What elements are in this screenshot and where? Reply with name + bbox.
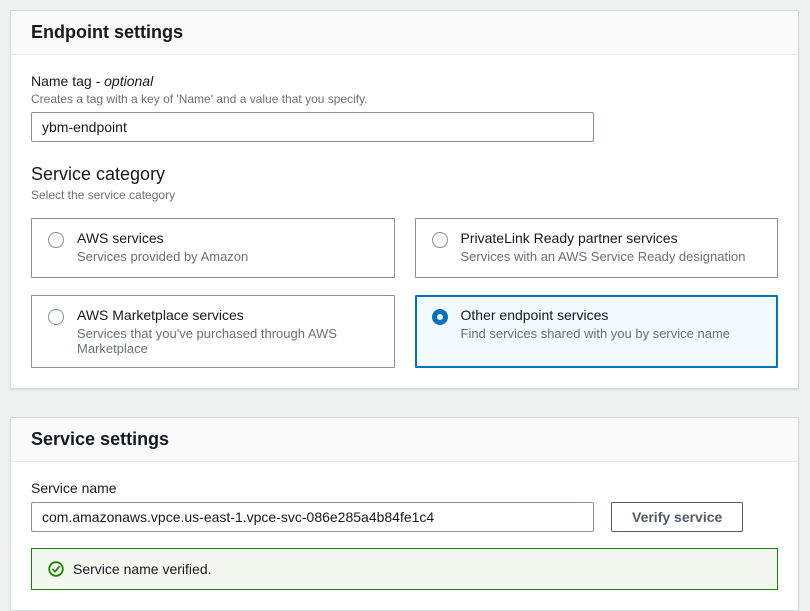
option-description: Services provided by Amazon [77, 249, 248, 264]
radio-button-icon[interactable] [432, 232, 448, 248]
panel-gap [10, 389, 799, 417]
panel-title-endpoint-settings: Endpoint settings [31, 22, 778, 43]
option-description: Find services shared with you by service… [461, 326, 731, 341]
radio-button-icon[interactable] [48, 309, 64, 325]
service-settings-header: Service settings [11, 418, 798, 462]
service-name-input[interactable] [31, 502, 594, 532]
endpoint-settings-panel: Endpoint settings Name tag - optional Cr… [10, 10, 799, 389]
radio-button-selected-icon[interactable] [432, 309, 448, 325]
service-name-row: Verify service [31, 502, 778, 532]
name-tag-optional-text: - optional [96, 73, 154, 89]
name-tag-description: Creates a tag with a key of 'Name' and a… [31, 92, 778, 106]
service-settings-body: Service name Verify service Service name… [11, 462, 798, 610]
endpoint-settings-header: Endpoint settings [11, 11, 798, 55]
service-category-title: Service category [31, 164, 778, 185]
radio-button-icon[interactable] [48, 232, 64, 248]
service-settings-panel: Service settings Service name Verify ser… [10, 417, 799, 611]
name-tag-input[interactable] [31, 112, 594, 142]
option-description: Services that you've purchased through A… [77, 326, 378, 356]
name-tag-field: Name tag - optional Creates a tag with a… [31, 73, 778, 142]
option-text: AWS services Services provided by Amazon [77, 230, 248, 264]
name-tag-label-text: Name tag [31, 73, 92, 89]
option-text: PrivateLink Ready partner services Servi… [461, 230, 746, 264]
option-text: AWS Marketplace services Services that y… [77, 307, 378, 356]
service-category-option-privatelink-ready[interactable]: PrivateLink Ready partner services Servi… [415, 218, 779, 278]
service-name-label: Service name [31, 480, 778, 496]
option-description: Services with an AWS Service Ready desig… [461, 249, 746, 264]
verify-service-button[interactable]: Verify service [611, 502, 743, 532]
check-circle-icon [48, 561, 64, 577]
service-category-options: AWS services Services provided by Amazon… [31, 218, 778, 368]
service-category-option-other-endpoint-services[interactable]: Other endpoint services Find services sh… [415, 295, 779, 368]
service-category-option-aws-marketplace[interactable]: AWS Marketplace services Services that y… [31, 295, 395, 368]
option-label: AWS services [77, 230, 248, 246]
service-verified-text: Service name verified. [73, 561, 212, 577]
option-label: AWS Marketplace services [77, 307, 378, 323]
service-verified-alert: Service name verified. [31, 548, 778, 590]
endpoint-settings-body: Name tag - optional Creates a tag with a… [11, 55, 798, 388]
option-label: Other endpoint services [461, 307, 731, 323]
panel-title-service-settings: Service settings [31, 429, 778, 450]
service-category-option-aws-services[interactable]: AWS services Services provided by Amazon [31, 218, 395, 278]
name-tag-label: Name tag - optional [31, 73, 778, 89]
service-category-description: Select the service category [31, 188, 778, 202]
option-label: PrivateLink Ready partner services [461, 230, 746, 246]
option-text: Other endpoint services Find services sh… [461, 307, 731, 341]
